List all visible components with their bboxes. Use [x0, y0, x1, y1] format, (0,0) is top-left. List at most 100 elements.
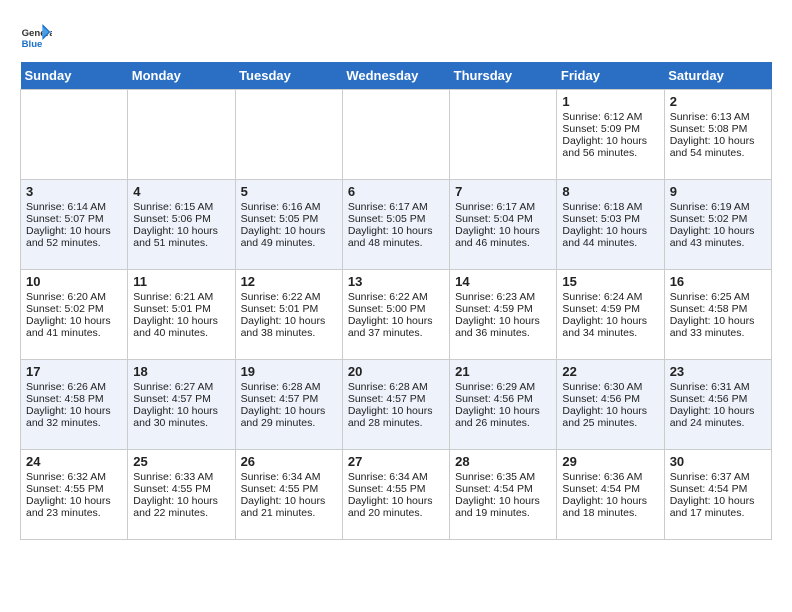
day-info: Daylight: 10 hours and 37 minutes.: [348, 315, 444, 339]
day-info: Daylight: 10 hours and 34 minutes.: [562, 315, 658, 339]
day-number: 12: [241, 274, 337, 289]
day-info: Sunset: 5:04 PM: [455, 213, 551, 225]
day-number: 25: [133, 454, 229, 469]
day-number: 28: [455, 454, 551, 469]
day-info: Sunrise: 6:28 AM: [241, 381, 337, 393]
logo-icon: General Blue: [20, 20, 52, 52]
day-info: Sunset: 4:54 PM: [455, 483, 551, 495]
day-number: 20: [348, 364, 444, 379]
calendar-cell: [235, 90, 342, 180]
day-info: Sunset: 5:07 PM: [26, 213, 122, 225]
day-info: Sunrise: 6:19 AM: [670, 201, 766, 213]
day-info: Daylight: 10 hours and 21 minutes.: [241, 495, 337, 519]
day-info: Sunset: 5:00 PM: [348, 303, 444, 315]
day-info: Daylight: 10 hours and 19 minutes.: [455, 495, 551, 519]
weekday-header-thursday: Thursday: [450, 62, 557, 90]
calendar-cell: 5Sunrise: 6:16 AMSunset: 5:05 PMDaylight…: [235, 180, 342, 270]
calendar-cell: 9Sunrise: 6:19 AMSunset: 5:02 PMDaylight…: [664, 180, 771, 270]
day-info: Sunset: 4:55 PM: [26, 483, 122, 495]
day-info: Daylight: 10 hours and 48 minutes.: [348, 225, 444, 249]
day-number: 26: [241, 454, 337, 469]
day-info: Sunset: 5:01 PM: [241, 303, 337, 315]
day-info: Sunrise: 6:15 AM: [133, 201, 229, 213]
day-number: 19: [241, 364, 337, 379]
calendar-cell: 20 Sunrise: 6:28 AMSunset: 4:57 PMDayligh…: [342, 360, 449, 450]
calendar-cell: 7Sunrise: 6:17 AMSunset: 5:04 PMDaylight…: [450, 180, 557, 270]
calendar-cell: [342, 90, 449, 180]
day-number: 4: [133, 184, 229, 199]
calendar-cell: [450, 90, 557, 180]
day-info: Sunrise: 6:23 AM: [455, 291, 551, 303]
day-info: Sunset: 5:05 PM: [241, 213, 337, 225]
weekday-header-monday: Monday: [128, 62, 235, 90]
day-info: Sunrise: 6:28 AM: [348, 381, 444, 393]
day-info: Daylight: 10 hours and 28 minutes.: [348, 405, 444, 429]
day-info: Sunset: 5:06 PM: [133, 213, 229, 225]
day-info: Sunset: 5:02 PM: [670, 213, 766, 225]
calendar-cell: 15Sunrise: 6:24 AMSunset: 4:59 PMDayligh…: [557, 270, 664, 360]
day-number: 1: [562, 94, 658, 109]
calendar-cell: 24Sunrise: 6:32 AMSunset: 4:55 PMDayligh…: [21, 450, 128, 540]
day-number: 13: [348, 274, 444, 289]
day-number: 14: [455, 274, 551, 289]
day-info: Sunset: 5:02 PM: [26, 303, 122, 315]
weekday-header-tuesday: Tuesday: [235, 62, 342, 90]
calendar-cell: 28Sunrise: 6:35 AMSunset: 4:54 PMDayligh…: [450, 450, 557, 540]
svg-text:Blue: Blue: [22, 39, 43, 50]
day-info: Sunset: 4:54 PM: [562, 483, 658, 495]
day-info: Sunrise: 6:31 AM: [670, 381, 766, 393]
day-info: Sunrise: 6:14 AM: [26, 201, 122, 213]
calendar-cell: 6Sunrise: 6:17 AMSunset: 5:05 PMDaylight…: [342, 180, 449, 270]
day-info: Sunrise: 6:26 AM: [26, 381, 122, 393]
day-number: 17: [26, 364, 122, 379]
day-info: Sunrise: 6:34 AM: [348, 471, 444, 483]
day-number: 2: [670, 94, 766, 109]
day-number: 27: [348, 454, 444, 469]
calendar-cell: 1Sunrise: 6:12 AMSunset: 5:09 PMDaylight…: [557, 90, 664, 180]
calendar-cell: 4Sunrise: 6:15 AMSunset: 5:06 PMDaylight…: [128, 180, 235, 270]
day-info: Sunset: 5:01 PM: [133, 303, 229, 315]
day-info: Sunrise: 6:20 AM: [26, 291, 122, 303]
weekday-header-row: SundayMondayTuesdayWednesdayThursdayFrid…: [21, 62, 772, 90]
calendar-cell: 21Sunrise: 6:29 AMSunset: 4:56 PMDayligh…: [450, 360, 557, 450]
day-info: Daylight: 10 hours and 46 minutes.: [455, 225, 551, 249]
day-info: Sunset: 5:08 PM: [670, 123, 766, 135]
day-info: Sunrise: 6:37 AM: [670, 471, 766, 483]
day-info: Sunrise: 6:17 AM: [455, 201, 551, 213]
day-info: Daylight: 10 hours and 24 minutes.: [670, 405, 766, 429]
weekday-header-sunday: Sunday: [21, 62, 128, 90]
day-info: Sunrise: 6:34 AM: [241, 471, 337, 483]
day-number: 6: [348, 184, 444, 199]
calendar-cell: 13Sunrise: 6:22 AMSunset: 5:00 PMDayligh…: [342, 270, 449, 360]
day-number: 29: [562, 454, 658, 469]
day-info: Sunset: 4:55 PM: [133, 483, 229, 495]
calendar-cell: 25Sunrise: 6:33 AMSunset: 4:55 PMDayligh…: [128, 450, 235, 540]
calendar-cell: 16Sunrise: 6:25 AMSunset: 4:58 PMDayligh…: [664, 270, 771, 360]
day-info: Daylight: 10 hours and 23 minutes.: [26, 495, 122, 519]
calendar-week-row: 1Sunrise: 6:12 AMSunset: 5:09 PMDaylight…: [21, 90, 772, 180]
calendar-week-row: 24Sunrise: 6:32 AMSunset: 4:55 PMDayligh…: [21, 450, 772, 540]
day-info: Sunrise: 6:29 AM: [455, 381, 551, 393]
calendar-week-row: 3 Sunrise: 6:14 AMSunset: 5:07 PM Daylight…: [21, 180, 772, 270]
day-info: Daylight: 10 hours and 29 minutes.: [241, 405, 337, 429]
day-info: Sunrise: 6:33 AM: [133, 471, 229, 483]
day-number: 11: [133, 274, 229, 289]
calendar-cell: 11Sunrise: 6:21 AMSunset: 5:01 PMDayligh…: [128, 270, 235, 360]
calendar-table: SundayMondayTuesdayWednesdayThursdayFrid…: [20, 62, 772, 540]
day-info: Daylight: 10 hours and 33 minutes.: [670, 315, 766, 339]
logo: General Blue: [20, 20, 56, 52]
calendar-cell: 22Sunrise: 6:30 AMSunset: 4:56 PMDayligh…: [557, 360, 664, 450]
day-number: 8: [562, 184, 658, 199]
day-info: Sunset: 4:55 PM: [241, 483, 337, 495]
calendar-cell: 27Sunrise: 6:34 AMSunset: 4:55 PMDayligh…: [342, 450, 449, 540]
day-info: Daylight: 10 hours and 41 minutes.: [26, 315, 122, 339]
day-info: Sunset: 4:57 PM: [348, 393, 444, 405]
day-info: Sunrise: 6:36 AM: [562, 471, 658, 483]
day-info: Sunset: 4:59 PM: [455, 303, 551, 315]
day-info: Sunrise: 6:27 AM: [133, 381, 229, 393]
calendar-cell: 18Sunrise: 6:27 AMSunset: 4:57 PMDayligh…: [128, 360, 235, 450]
calendar-week-row: 17Sunrise: 6:26 AMSunset: 4:58 PMDayligh…: [21, 360, 772, 450]
day-info: Daylight: 10 hours and 17 minutes.: [670, 495, 766, 519]
day-info: Sunrise: 6:13 AM: [670, 111, 766, 123]
day-number: 3: [26, 184, 122, 199]
